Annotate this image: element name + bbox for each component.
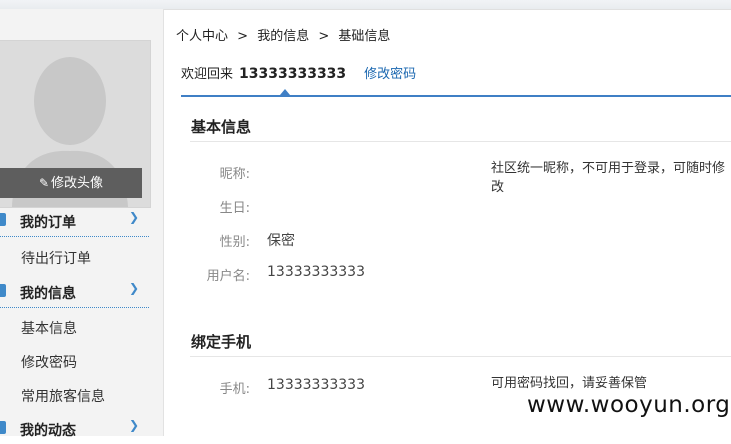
username-label: 用户名: — [206, 269, 250, 284]
edit-avatar-label: 修改头像 — [51, 176, 104, 191]
sidebar: ✎ 修改头像 我的订单 ❯ 待出行订单 我的信息 ❯ 基本信息 修改密码 常用旅客… — [0, 9, 164, 439]
chevron-right-icon: ❯ — [128, 281, 139, 295]
gender-label: 性别: — [219, 235, 250, 250]
section-divider — [190, 356, 731, 357]
breadcrumb-separator: > — [237, 29, 249, 44]
watermark: www.wooyun.org — [527, 392, 731, 418]
nav-item-frequent-travelers[interactable]: 常用旅客信息 — [21, 386, 105, 406]
phone-label: 手机: — [219, 382, 250, 397]
breadcrumb-item[interactable]: 个人中心 — [176, 29, 228, 44]
nav-section-my-info[interactable]: 我的信息 ❯ — [0, 277, 149, 308]
nickname-note: 社区统一昵称，不可用于登录，可随时修改 — [491, 161, 726, 195]
nav-section-orders[interactable]: 我的订单 ❯ — [0, 206, 149, 237]
basic-info-title: 基本信息 — [191, 118, 252, 136]
nav-item-change-password[interactable]: 修改密码 — [21, 352, 77, 372]
bind-phone-title: 绑定手机 — [191, 333, 252, 351]
welcome-phone: 13333333333 — [239, 66, 347, 82]
nav-section-activity[interactable]: 我的动态 ❯ — [0, 414, 149, 444]
username-value: 13333333333 — [267, 264, 365, 280]
nav-item-pending-orders[interactable]: 待出行订单 — [21, 248, 91, 268]
welcome-text: 欢迎回来 — [181, 67, 234, 82]
change-password-link[interactable]: 修改密码 — [364, 67, 416, 82]
welcome-bar: 欢迎回来 13333333333 修改密码 — [181, 63, 416, 82]
nav-item-basic-info[interactable]: 基本信息 — [21, 318, 77, 338]
welcome-divider — [181, 95, 731, 97]
breadcrumb-separator: > — [318, 29, 330, 44]
phone-note: 可用密码找回，请妥善保管 — [491, 376, 648, 391]
nickname-label: 昵称: — [219, 167, 250, 182]
nav-section-title: 我的信息 — [20, 286, 76, 302]
info-icon — [0, 284, 6, 297]
edit-activity-icon — [0, 421, 6, 434]
nav-section-title: 我的订单 — [20, 215, 76, 231]
phone-value: 13333333333 — [267, 377, 365, 393]
orders-icon — [0, 213, 6, 226]
chevron-right-icon: ❯ — [128, 210, 139, 224]
gender-value: 保密 — [267, 233, 295, 249]
breadcrumb: 个人中心 > 我的信息 > 基础信息 — [176, 25, 395, 44]
section-divider — [190, 141, 731, 142]
chevron-right-icon: ❯ — [128, 418, 139, 432]
pencil-icon: ✎ — [38, 176, 50, 190]
edit-avatar-button[interactable]: ✎ 修改头像 — [0, 168, 142, 198]
breadcrumb-item[interactable]: 我的信息 — [257, 29, 309, 44]
nav-section-title: 我的动态 — [20, 423, 76, 439]
breadcrumb-current: 基础信息 — [338, 29, 391, 44]
birthday-label: 生日: — [219, 201, 250, 216]
avatar: ✎ 修改头像 — [0, 40, 151, 208]
